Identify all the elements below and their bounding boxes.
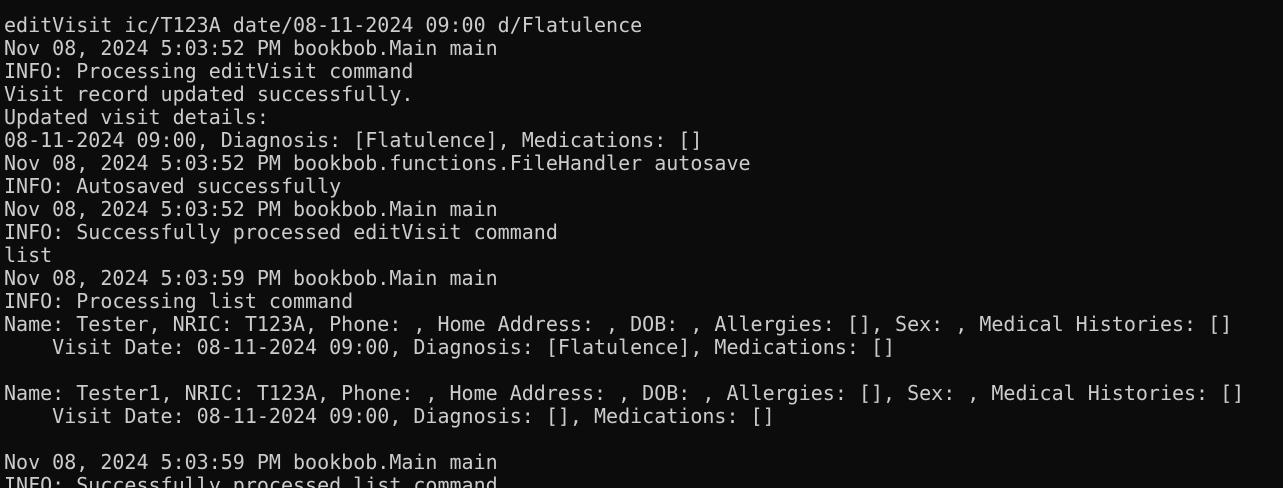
terminal-line: Nov 08, 2024 5:03:52 PM bookbob.Main mai… (4, 36, 498, 60)
terminal-line: Nov 08, 2024 5:03:59 PM bookbob.Main mai… (4, 266, 498, 290)
terminal-line: INFO: Successfully processed list comman… (4, 473, 498, 488)
terminal-line: Visit Date: 08-11-2024 09:00, Diagnosis:… (4, 404, 775, 428)
terminal-line: Updated visit details: (4, 105, 269, 129)
terminal-line: Visit Date: 08-11-2024 09:00, Diagnosis:… (4, 335, 896, 359)
terminal-line: INFO: Processing editVisit command (4, 59, 414, 83)
terminal-line: 08-11-2024 09:00, Diagnosis: [Flatulence… (4, 128, 703, 152)
terminal-line: INFO: Successfully processed editVisit c… (4, 220, 558, 244)
terminal-line: editVisit ic/T123A date/08-11-2024 09:00… (4, 13, 643, 37)
terminal-line: Nov 08, 2024 5:03:52 PM bookbob.Main mai… (4, 197, 498, 221)
terminal-line: Nov 08, 2024 5:03:52 PM bookbob.function… (4, 151, 751, 175)
terminal-line: Name: Tester1, NRIC: T123A, Phone: , Hom… (4, 381, 1245, 405)
terminal-line: Name: Tester, NRIC: T123A, Phone: , Home… (4, 312, 1233, 336)
terminal-line: Visit record updated successfully. (4, 82, 414, 106)
terminal-line: INFO: Processing list command (4, 289, 354, 313)
terminal-line: Nov 08, 2024 5:03:59 PM bookbob.Main mai… (4, 450, 498, 474)
terminal-line: list (4, 243, 53, 267)
terminal-line: INFO: Autosaved successfully (4, 174, 342, 198)
terminal-output[interactable]: editVisit ic/T123A date/08-11-2024 09:00… (0, 0, 1283, 488)
